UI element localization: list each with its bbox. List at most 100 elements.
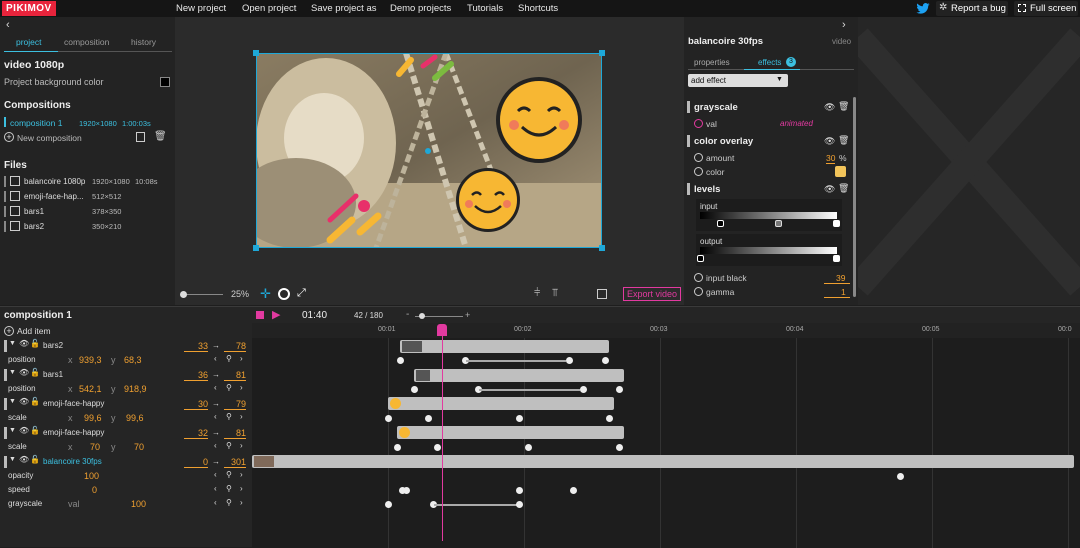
layer-in[interactable]: 32 <box>184 428 208 439</box>
next-keyframe-icon[interactable]: › <box>240 484 243 493</box>
layer-in[interactable]: 0 <box>184 457 208 468</box>
chevron-left-icon[interactable]: ‹ <box>6 19 10 31</box>
effect-levels-title[interactable]: levels <box>694 184 720 195</box>
align-icon[interactable]: ⫩ <box>534 287 540 300</box>
prop-x-value[interactable]: 939,3 <box>79 355 102 365</box>
duplicate-icon[interactable] <box>136 132 145 142</box>
eye-icon[interactable]: 👁 <box>19 455 29 464</box>
bars2-graphic[interactable] <box>395 54 457 84</box>
composition-item-name[interactable]: composition 1 <box>10 118 62 128</box>
input-black-value[interactable]: 39 <box>836 273 845 283</box>
prop-y-value[interactable]: 99,6 <box>126 413 144 423</box>
report-bug-button[interactable]: ✲ Report a bug <box>936 1 1008 16</box>
keyframe[interactable] <box>566 357 573 364</box>
playhead-line[interactable] <box>442 336 443 541</box>
prop-value[interactable]: 100 <box>131 499 146 509</box>
keyframe[interactable] <box>385 415 392 422</box>
playhead-handle[interactable] <box>437 324 447 336</box>
full-screen-button[interactable]: Full screen <box>1014 1 1078 16</box>
keyframe[interactable] <box>897 473 904 480</box>
layer-out[interactable]: 81 <box>224 370 246 381</box>
clip-bars1[interactable] <box>414 369 624 382</box>
prop-y-value[interactable]: 918,9 <box>124 384 147 394</box>
clip-balancoire[interactable] <box>252 455 1074 468</box>
prop-x-value[interactable]: 542,1 <box>79 384 102 394</box>
layer-in[interactable]: 30 <box>184 399 208 410</box>
eye-icon[interactable]: 👁 <box>824 184 835 195</box>
menu-demo-projects[interactable]: Demo projects <box>390 0 451 17</box>
eye-icon[interactable]: 👁 <box>19 368 29 377</box>
amount-value[interactable]: 30 <box>826 153 836 164</box>
overlay-color-swatch[interactable] <box>835 166 846 177</box>
prev-keyframe-icon[interactable]: ‹ <box>214 470 217 479</box>
keyframe[interactable] <box>580 386 587 393</box>
resize-handle[interactable] <box>253 245 259 251</box>
clip-bars2[interactable] <box>400 340 609 353</box>
layer-out[interactable]: 81 <box>224 428 246 439</box>
eye-icon[interactable]: 👁 <box>19 426 29 435</box>
bg-color-swatch[interactable] <box>160 77 170 87</box>
next-keyframe-icon[interactable]: › <box>240 354 243 363</box>
zoom-in-button[interactable]: + <box>465 310 470 320</box>
keyframe-icon[interactable]: ⚲ <box>226 412 232 421</box>
triangle-down-icon[interactable]: ▼ <box>9 398 16 405</box>
export-video-button[interactable]: Export video <box>623 287 682 301</box>
bars1-graphic[interactable] <box>322 190 384 248</box>
prev-keyframe-icon[interactable]: ‹ <box>214 412 217 421</box>
keyframe[interactable] <box>385 501 392 508</box>
keyframe[interactable] <box>425 415 432 422</box>
keyframe[interactable] <box>411 386 418 393</box>
prev-keyframe-icon[interactable]: ‹ <box>214 484 217 493</box>
layer-name[interactable]: emoji-face-happy <box>43 399 104 408</box>
keyframe[interactable] <box>516 487 523 494</box>
lock-icon[interactable]: 🔓 <box>30 339 40 348</box>
trash-icon[interactable]: 🗑 <box>838 101 849 112</box>
lock-icon[interactable]: 🔓 <box>30 368 40 377</box>
move-icon[interactable]: ✛ <box>260 287 271 301</box>
grid-icon[interactable] <box>597 289 607 299</box>
expand-icon[interactable]: ⤢ <box>297 287 306 300</box>
output-black-handle[interactable] <box>697 255 704 262</box>
keyframe[interactable] <box>616 444 623 451</box>
prop-value[interactable]: 100 <box>84 471 99 481</box>
keyframe[interactable] <box>516 415 523 422</box>
prop-x-value[interactable]: 99,6 <box>84 413 102 423</box>
layer-name[interactable]: bars1 <box>43 370 63 379</box>
keyframe-icon[interactable]: ⚲ <box>226 470 232 479</box>
resize-handle[interactable] <box>599 245 605 251</box>
menu-save-project-as[interactable]: Save project as <box>311 0 376 17</box>
effect-grayscale-title[interactable]: grayscale <box>694 102 738 113</box>
tab-project[interactable]: project <box>16 37 42 47</box>
file-name[interactable]: emoji-face-hap... <box>24 192 84 201</box>
zoom-slider-track[interactable] <box>183 294 223 295</box>
emoji-face-small[interactable] <box>456 168 520 232</box>
triangle-down-icon[interactable]: ▼ <box>9 427 16 434</box>
trash-icon[interactable]: 🗑 <box>838 183 849 194</box>
add-effect-select[interactable]: add effect ▼ <box>688 74 788 87</box>
input-black-handle[interactable] <box>717 220 724 227</box>
triangle-down-icon[interactable]: ▼ <box>9 456 16 463</box>
keyframe-icon[interactable]: ⚲ <box>226 484 232 493</box>
file-name[interactable]: bars1 <box>24 207 44 216</box>
keyframe-icon[interactable]: ⚲ <box>226 354 232 363</box>
next-keyframe-icon[interactable]: › <box>240 441 243 450</box>
prop-y-value[interactable]: 70 <box>134 442 144 452</box>
play-icon[interactable]: ▶ <box>272 308 280 321</box>
anchor-icon[interactable] <box>278 288 290 300</box>
layer-out[interactable]: 78 <box>224 341 246 352</box>
clip-emoji-face-happy[interactable] <box>388 397 614 410</box>
emoji-face-large[interactable] <box>496 77 582 163</box>
next-keyframe-icon[interactable]: › <box>240 498 243 507</box>
new-composition-button[interactable]: New composition <box>17 133 82 143</box>
prev-keyframe-icon[interactable]: ‹ <box>214 498 217 507</box>
layer-name[interactable]: emoji-face-happy <box>43 428 104 437</box>
lock-icon[interactable]: 🔓 <box>30 397 40 406</box>
panel-scrollbar[interactable] <box>853 97 856 297</box>
keyframe[interactable] <box>570 487 577 494</box>
clock-icon[interactable] <box>694 119 703 128</box>
clock-icon[interactable] <box>694 273 703 282</box>
plus-circle-icon[interactable]: + <box>4 326 14 336</box>
eye-icon[interactable]: 👁 <box>824 102 835 113</box>
twitter-icon[interactable] <box>916 3 930 14</box>
layer-in[interactable]: 33 <box>184 341 208 352</box>
